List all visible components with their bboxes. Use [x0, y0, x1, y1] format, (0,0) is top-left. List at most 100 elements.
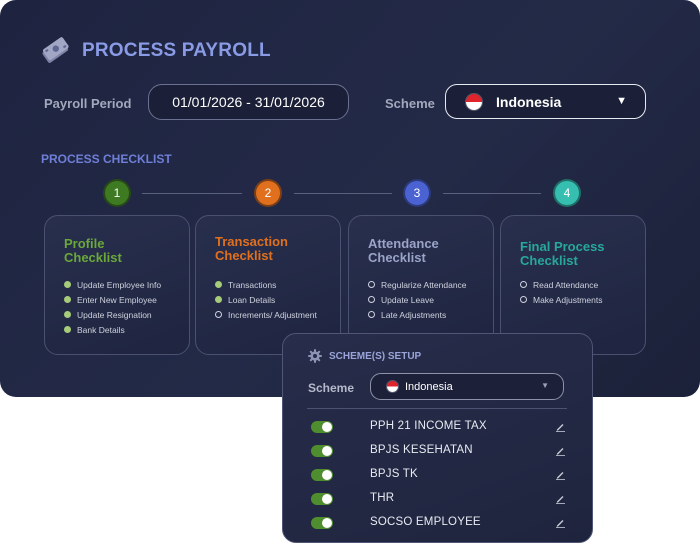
tax-toggle[interactable]	[311, 445, 333, 457]
step-4-badge[interactable]: 4	[555, 181, 579, 205]
card-title-line: Profile	[64, 236, 105, 251]
checklist-item[interactable]: Update Resignation	[64, 307, 161, 322]
checklist-item-label: Regularize Attendance	[381, 279, 467, 290]
scheme-select[interactable]: Indonesia ▼	[445, 84, 646, 119]
card-title-line: Checklist	[520, 253, 578, 268]
card-title-line: Attendance	[368, 236, 439, 251]
tax-item-name: PPH 21 INCOME TAX	[370, 420, 487, 432]
checklist-item[interactable]: Update Employee Info	[64, 277, 161, 292]
divider	[307, 408, 567, 409]
toggle-knob	[322, 518, 332, 528]
tax-toggle[interactable]	[311, 469, 333, 481]
step-connector	[294, 193, 392, 194]
tax-item-name: BPJS TK	[370, 468, 418, 480]
card-title: Transaction Checklist	[215, 235, 288, 263]
gear-icon	[308, 349, 322, 363]
pending-dot-icon	[368, 281, 375, 288]
scheme-select-value: Indonesia	[496, 93, 562, 110]
card-title-line: Transaction	[215, 234, 288, 249]
tax-item-row: THR	[283, 487, 594, 511]
completed-dot-icon	[215, 296, 222, 303]
setup-scheme-value: Indonesia	[405, 380, 453, 393]
step-connector	[443, 193, 541, 194]
tax-toggle[interactable]	[311, 421, 333, 433]
checklist-items: Transactions Loan Details Increments/ Ad…	[215, 277, 317, 322]
tax-item-row: PPH 21 INCOME TAX	[283, 415, 594, 439]
checklist-item-label: Transactions	[228, 279, 277, 290]
setup-scheme-select[interactable]: Indonesia ▼	[370, 373, 564, 400]
card-title-line: Checklist	[215, 248, 273, 263]
checklist-item[interactable]: Read Attendance	[520, 277, 602, 292]
checklist-item[interactable]: Make Adjustments	[520, 292, 602, 307]
payroll-period-input[interactable]: 01/01/2026 - 31/01/2026	[148, 84, 349, 120]
step-connector	[142, 193, 242, 194]
checklist-item-label: Make Adjustments	[533, 294, 603, 305]
pending-dot-icon	[520, 296, 527, 303]
indonesia-flag-icon	[466, 93, 482, 110]
completed-dot-icon	[64, 326, 71, 333]
checklist-item-label: Update Employee Info	[77, 279, 162, 290]
card-title-line: Checklist	[368, 250, 426, 265]
step-2-badge[interactable]: 2	[256, 181, 280, 205]
checklist-item-label: Increments/ Adjustment	[228, 309, 317, 320]
pencil-icon[interactable]	[555, 517, 566, 528]
payroll-period-label: Payroll Period	[44, 96, 132, 111]
chevron-down-icon: ▼	[541, 381, 549, 390]
pencil-icon[interactable]	[555, 445, 566, 456]
checklist-items: Update Employee Info Enter New Employee …	[64, 277, 161, 337]
card-title-line: Checklist	[64, 250, 122, 265]
tax-item-name: THR	[370, 492, 395, 504]
process-checklist-heading: PROCESS CHECKLIST	[41, 152, 172, 166]
pencil-icon[interactable]	[555, 469, 566, 480]
step-1-badge[interactable]: 1	[105, 181, 129, 205]
money-icon	[42, 37, 69, 63]
toggle-knob	[322, 470, 332, 480]
step-3-badge[interactable]: 3	[405, 181, 429, 205]
payroll-period-value: 01/01/2026 - 31/01/2026	[172, 94, 325, 110]
chevron-down-icon: ▼	[616, 95, 627, 107]
tax-toggle[interactable]	[311, 493, 333, 505]
pencil-icon[interactable]	[555, 421, 566, 432]
toggle-knob	[322, 446, 332, 456]
tax-item-row: SOCSO EMPLOYEE	[283, 511, 594, 535]
setup-scheme-label: Scheme	[308, 381, 355, 395]
card-title-line: Final Process	[520, 239, 605, 254]
checklist-item-label: Enter New Employee	[77, 294, 157, 305]
tax-toggle[interactable]	[311, 517, 333, 529]
checklist-items: Read Attendance Make Adjustments	[520, 277, 602, 307]
completed-dot-icon	[64, 296, 71, 303]
scheme-label: Scheme	[385, 96, 435, 111]
scheme-setup-title: SCHEME(S) SETUP	[329, 350, 422, 362]
profile-checklist-card[interactable]: Profile Checklist Update Employee Info E…	[44, 215, 190, 355]
completed-dot-icon	[64, 281, 71, 288]
checklist-item[interactable]: Loan Details	[215, 292, 317, 307]
checklist-item[interactable]: Enter New Employee	[64, 292, 161, 307]
completed-dot-icon	[64, 311, 71, 318]
pending-dot-icon	[215, 311, 222, 318]
checklist-item-label: Read Attendance	[533, 279, 599, 290]
toggle-knob	[322, 494, 332, 504]
checklist-item[interactable]: Transactions	[215, 277, 317, 292]
scheme-setup-panel: SCHEME(S) SETUP Scheme Indonesia ▼ PPH 2…	[282, 333, 593, 543]
checklist-item-label: Loan Details	[228, 294, 276, 305]
checklist-item[interactable]: Late Adjustments	[368, 307, 467, 322]
checklist-item[interactable]: Update Leave	[368, 292, 467, 307]
checklist-item[interactable]: Increments/ Adjustment	[215, 307, 317, 322]
pencil-icon[interactable]	[555, 493, 566, 504]
checklist-item-label: Bank Details	[77, 324, 125, 335]
card-title: Profile Checklist	[64, 237, 122, 265]
page-header: PROCESS PAYROLL	[40, 36, 271, 66]
indonesia-flag-icon	[387, 381, 398, 392]
checklist-items: Regularize Attendance Update Leave Late …	[368, 277, 467, 322]
pending-dot-icon	[520, 281, 527, 288]
pending-dot-icon	[368, 296, 375, 303]
checklist-item[interactable]: Regularize Attendance	[368, 277, 467, 292]
tax-item-name: SOCSO EMPLOYEE	[370, 516, 481, 528]
checklist-item[interactable]: Bank Details	[64, 322, 161, 337]
completed-dot-icon	[215, 281, 222, 288]
scheme-setup-header: SCHEME(S) SETUP	[308, 349, 421, 363]
checklist-item-label: Update Resignation	[77, 309, 152, 320]
card-title: Attendance Checklist	[368, 237, 439, 265]
page-title: PROCESS PAYROLL	[82, 40, 271, 61]
checklist-item-label: Late Adjustments	[381, 309, 447, 320]
